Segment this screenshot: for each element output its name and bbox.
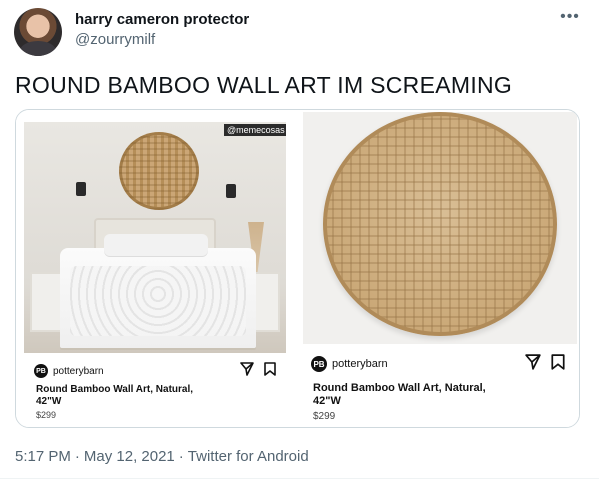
tweet-time[interactable]: 5:17 PM	[15, 448, 71, 465]
avatar[interactable]	[14, 8, 62, 56]
tweet-text: ROUND BAMBOO WALL ART IM SCREAMING	[15, 72, 513, 98]
brand-row: PB potterybarn	[34, 364, 104, 378]
pillows	[104, 234, 208, 256]
bed	[60, 248, 256, 348]
send-icon	[525, 354, 541, 370]
product-card-right: PB potterybarn Round Bamboo Wall Art, Na…	[303, 348, 577, 426]
brand-name: potterybarn	[332, 358, 388, 370]
wall-lamp	[226, 184, 236, 198]
tweet-date[interactable]: May 12, 2021	[84, 448, 175, 465]
author-display-name[interactable]: harry cameron protector	[75, 11, 249, 28]
bedroom-photo: @memecosas	[24, 122, 286, 353]
divider	[0, 478, 599, 479]
brand-row: PB potterybarn	[311, 356, 388, 372]
send-icon	[240, 362, 254, 376]
round-bamboo-art	[119, 132, 199, 210]
author-handle[interactable]: @zourrymilf	[75, 31, 155, 48]
card-actions	[525, 354, 565, 370]
brand-logo: PB	[34, 364, 48, 378]
media-item-right[interactable]: PB potterybarn Round Bamboo Wall Art, Na…	[299, 110, 579, 427]
avatar-shirt	[20, 41, 56, 56]
tweet-source[interactable]: Twitter for Android	[188, 448, 309, 465]
brand-logo: PB	[311, 356, 327, 372]
product-price: $299	[313, 411, 336, 422]
brand-name: potterybarn	[53, 365, 104, 377]
watermark: @memecosas	[224, 124, 286, 136]
product-price: $299	[36, 410, 57, 420]
wall-lamp	[76, 182, 86, 196]
media-grid[interactable]: @memecosas PB potterybarn Round Bamboo W…	[15, 109, 580, 428]
media-item-left[interactable]: @memecosas PB potterybarn Round Bamboo W…	[16, 110, 297, 427]
bookmark-icon	[551, 354, 565, 370]
tweet-meta: 5:17 PM · May 12, 2021 · Twitter for Android	[15, 448, 309, 465]
round-bamboo-art	[323, 112, 557, 336]
more-options-icon[interactable]: •••	[558, 9, 582, 29]
bookmark-icon	[264, 362, 276, 376]
meta-separator: ·	[74, 448, 80, 465]
closeup-photo	[303, 112, 577, 344]
product-title: Round Bamboo Wall Art, Natural, 42"W	[36, 384, 194, 407]
meta-separator: ·	[178, 448, 184, 465]
product-title: Round Bamboo Wall Art, Natural, 42"W	[313, 382, 486, 407]
product-card-left: PB potterybarn Round Bamboo Wall Art, Na…	[24, 354, 286, 424]
card-actions	[240, 362, 276, 376]
